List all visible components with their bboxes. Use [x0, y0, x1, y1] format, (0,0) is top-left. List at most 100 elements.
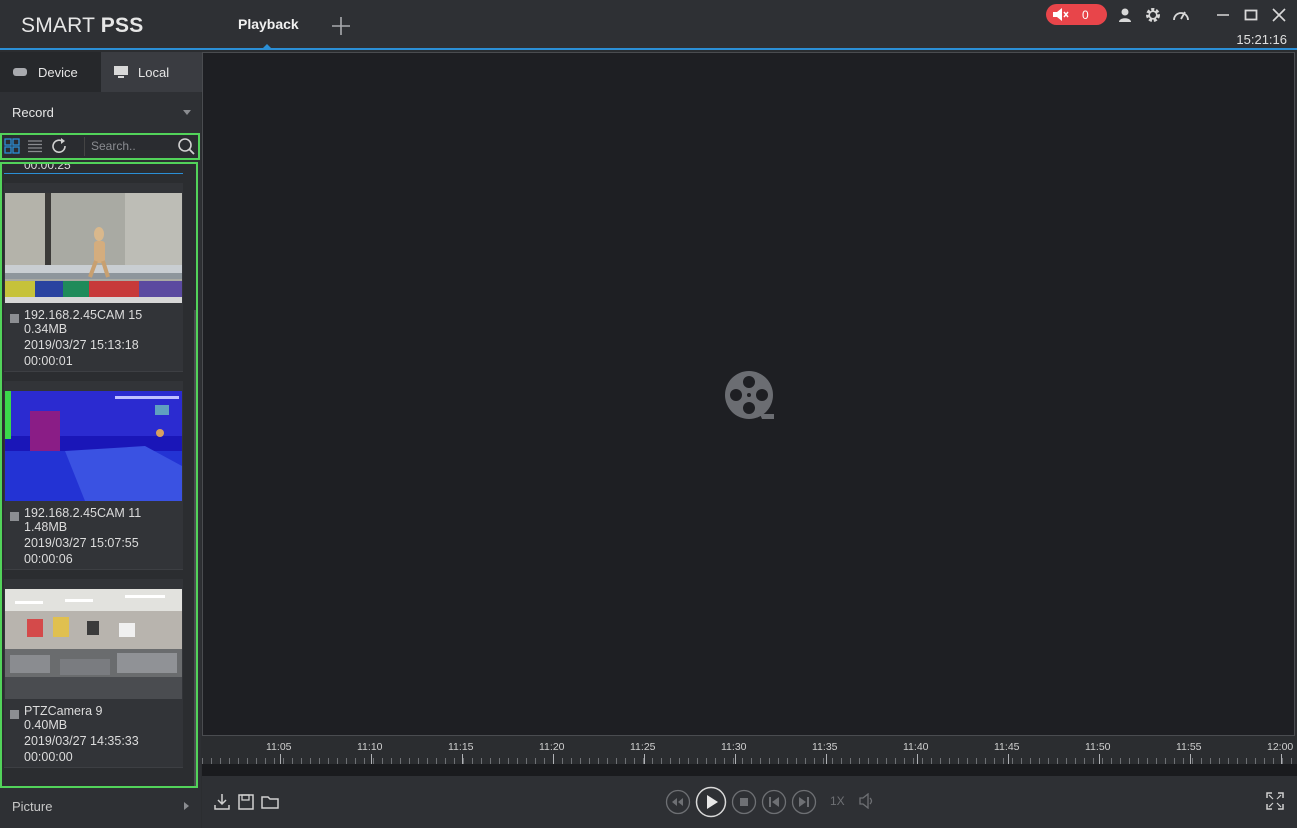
- timeline-tick-label: 11:30: [721, 741, 747, 753]
- search-input[interactable]: [91, 138, 169, 154]
- grid-view-icon[interactable]: [4, 138, 20, 154]
- performance-gauge-icon[interactable]: [1172, 6, 1190, 24]
- tab-playback-label: Playback: [238, 16, 299, 32]
- add-tab-button[interactable]: [330, 15, 352, 37]
- record-duration: 00:00:06: [24, 552, 73, 566]
- record-duration: 00:00:25: [24, 162, 71, 172]
- timeline-tick-label: 11:20: [539, 741, 565, 753]
- tab-device[interactable]: Device: [0, 52, 101, 92]
- active-tab-indicator: [263, 44, 271, 48]
- record-camera: 192.168.2.45CAM 15: [24, 308, 143, 322]
- left-panel: Device Local Record Search.. 00:00:25 19…: [0, 52, 202, 828]
- record-size: 0.34MB: [24, 322, 68, 336]
- timeline[interactable]: 11:05 11:10 11:15 11:20 11:25 11:30 11:35 11:40…: [202, 736, 1297, 776]
- timeline-tick-label: 11:05: [266, 741, 292, 753]
- list-item[interactable]: PTZCamera 9 0.40MB 2019/03/27 14:35:33 0…: [4, 579, 183, 768]
- record-size: 1.48MB: [24, 520, 68, 534]
- timeline-major-tick: [280, 754, 281, 764]
- timeline-tick-label: 11:10: [357, 741, 383, 753]
- timeline-tick-label: 11:35: [812, 741, 838, 753]
- refresh-icon[interactable]: [50, 138, 68, 156]
- save-icon[interactable]: [237, 793, 255, 811]
- timeline-major-tick: [735, 754, 736, 764]
- list-item-partial[interactable]: 00:00:25: [4, 162, 183, 174]
- timeline-tick-label: 11:15: [448, 741, 474, 753]
- playback-window[interactable]: [202, 52, 1295, 736]
- next-frame-icon[interactable]: [791, 789, 817, 815]
- timeline-tick-label: 11:50: [1085, 741, 1111, 753]
- record-checkbox[interactable]: [10, 314, 19, 323]
- list-view-icon[interactable]: [27, 138, 43, 154]
- clock: 15:21:16: [1236, 32, 1287, 47]
- speaker-mute-icon: [1053, 8, 1069, 21]
- tab-local-label: Local: [138, 65, 170, 80]
- record-list: 00:00:25 192.168.2.45CAM 15 0.34MB 2019/…: [0, 162, 198, 788]
- picture-label: Picture: [12, 799, 53, 814]
- monitor-icon: [114, 66, 128, 78]
- previous-frame-icon[interactable]: [761, 789, 787, 815]
- record-type-value: Record: [12, 105, 54, 120]
- alarm-count: 0: [1082, 8, 1089, 22]
- timeline-tick-label: 11:40: [903, 741, 929, 753]
- timeline-major-tick: [644, 754, 645, 764]
- maximize-icon: [1244, 9, 1258, 21]
- chevron-down-icon: [183, 110, 191, 115]
- close-button[interactable]: [1270, 6, 1288, 24]
- record-size: 0.40MB: [24, 718, 68, 732]
- record-checkbox[interactable]: [10, 512, 19, 521]
- timeline-major-tick: [826, 754, 827, 764]
- record-type-select[interactable]: Record: [0, 92, 201, 132]
- gear-icon[interactable]: [1144, 6, 1162, 24]
- plus-icon: [332, 17, 350, 35]
- timeline-tick-label: 11:45: [994, 741, 1020, 753]
- timeline-major-tick: [1281, 754, 1282, 764]
- film-reel-icon: [725, 371, 774, 419]
- video-thumbnail: [5, 589, 182, 699]
- timeline-major-tick: [371, 754, 372, 764]
- timeline-major-tick: [462, 754, 463, 764]
- minimize-button[interactable]: [1214, 6, 1232, 24]
- search-icon[interactable]: [177, 137, 195, 156]
- tab-device-label: Device: [38, 65, 78, 80]
- app-logo: SMART PSS: [21, 14, 144, 37]
- record-datetime: 2019/03/27 15:07:55: [24, 536, 139, 550]
- fullscreen-icon[interactable]: [1266, 792, 1284, 810]
- record-duration: 00:00:00: [24, 750, 73, 764]
- download-icon[interactable]: [213, 793, 231, 811]
- timeline-tick-label: 11:25: [630, 741, 656, 753]
- timeline-track[interactable]: [202, 764, 1297, 776]
- chevron-right-icon: [184, 802, 189, 810]
- playback-speed[interactable]: 1X: [830, 794, 845, 808]
- tab-local[interactable]: Local: [101, 52, 202, 92]
- user-icon[interactable]: [1116, 6, 1134, 24]
- source-tabs: Device Local: [0, 52, 202, 92]
- video-thumbnail: [5, 193, 182, 303]
- device-icon: [13, 68, 27, 76]
- record-datetime: 2019/03/27 15:13:18: [24, 338, 139, 352]
- timeline-tick-label: 11:55: [1176, 741, 1202, 753]
- play-icon[interactable]: [695, 786, 727, 818]
- list-item[interactable]: 192.168.2.45CAM 11 1.48MB 2019/03/27 15:…: [4, 381, 183, 570]
- list-item[interactable]: 192.168.2.45CAM 15 0.34MB 2019/03/27 15:…: [4, 183, 183, 372]
- volume-icon[interactable]: [859, 793, 875, 809]
- stop-icon[interactable]: [731, 789, 757, 815]
- list-toolbar: [0, 133, 200, 160]
- rewind-icon[interactable]: [665, 789, 691, 815]
- timeline-major-tick: [917, 754, 918, 764]
- record-datetime: 2019/03/27 14:35:33: [24, 734, 139, 748]
- alarm-badge[interactable]: 0: [1046, 4, 1107, 25]
- tab-playback[interactable]: Playback: [226, 0, 308, 48]
- timeline-tick-label: 12:00: [1267, 741, 1294, 753]
- list-scrollbar[interactable]: [194, 310, 196, 786]
- timeline-major-tick: [1099, 754, 1100, 764]
- record-checkbox[interactable]: [10, 710, 19, 719]
- picture-section[interactable]: Picture: [0, 788, 201, 828]
- playback-controls: 1X: [202, 776, 1297, 828]
- record-camera: PTZCamera 9: [24, 704, 103, 718]
- folder-icon[interactable]: [261, 793, 279, 811]
- title-bar: SMART PSS Playback 0 15:21:16: [0, 0, 1297, 50]
- maximize-button[interactable]: [1242, 6, 1260, 24]
- search-box: [84, 137, 195, 156]
- record-duration: 00:00:01: [24, 354, 73, 368]
- minimize-icon: [1217, 14, 1229, 16]
